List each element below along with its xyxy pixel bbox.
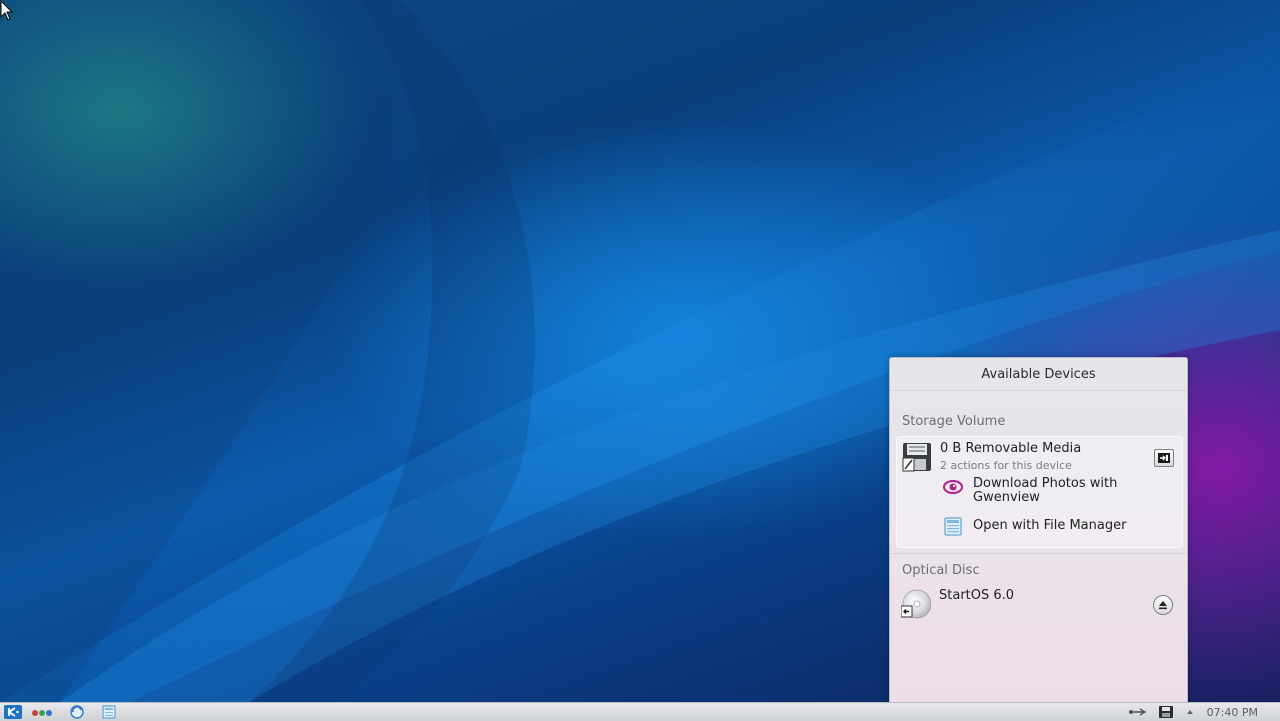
usb-tray-item[interactable] [1127,705,1149,719]
popup-title: Available Devices [890,358,1187,391]
device-actions-count: 2 actions for this device [940,459,1072,472]
taskbar-panel: 07:40 PM [0,702,1280,721]
section-title-storage-volume: Storage Volume [902,414,1006,429]
device-notifier-icon [1159,706,1173,718]
action-open-file-manager[interactable]: Open with File Manager [943,516,1126,536]
device-item-startos[interactable]: StartOS 6.0 [896,586,1181,624]
file-manager-icon [102,705,116,719]
device-notifier-popup: Available Devices Storage Volume 0 B Rem… [889,357,1188,703]
expand-tray-button[interactable] [1185,705,1195,719]
kde-launcher-icon [4,705,22,719]
section-title-optical-disc: Optical Disc [902,563,980,578]
eject-icon [1159,601,1167,610]
usb-icon [1129,708,1147,716]
expand-tray-icon [1187,710,1193,714]
device-item-removable-media[interactable]: 0 B Removable Media 2 actions for this d… [896,436,1183,548]
floppy-disk-icon [902,443,931,472]
application-launcher-button[interactable] [3,705,23,719]
gwenview-eye-icon [943,480,963,494]
device-name: 0 B Removable Media [940,441,1082,456]
device-name: StartOS 6.0 [939,588,1015,603]
device-notifier-tray-item[interactable] [1156,705,1176,719]
unmount-button[interactable] [1154,449,1174,467]
file-manager-icon [944,517,962,536]
optical-disc-icon [901,589,931,619]
mouse-cursor-icon [0,0,14,21]
activities-button[interactable] [30,705,54,719]
browser-launcher[interactable] [68,705,86,719]
action-label: Download Photos with Gwenview [973,476,1118,505]
action-download-photos-gwenview[interactable]: Download Photos with Gwenview [943,477,1133,505]
browser-icon [70,705,84,719]
unmount-icon [1158,453,1170,463]
action-label: Open with File Manager [973,518,1127,533]
section-divider [890,553,1187,554]
activities-icon [32,710,52,716]
eject-button[interactable] [1153,595,1173,615]
file-manager-launcher[interactable] [100,705,118,719]
digital-clock[interactable]: 07:40 PM [1207,706,1258,719]
